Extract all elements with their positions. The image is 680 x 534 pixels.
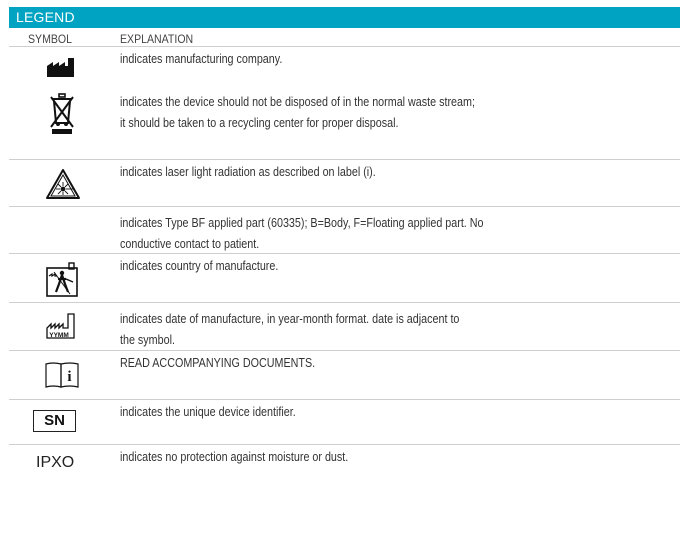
explanation-cell: indicates no protection against moisture…	[120, 447, 660, 468]
legend-row: indicates country of manufacture.	[9, 253, 680, 302]
column-headers: SYMBOL EXPLANATION	[9, 28, 680, 46]
legend-row: indicates the device should not be dispo…	[9, 87, 680, 159]
symbol-column-header: SYMBOL	[28, 32, 73, 46]
legend-row: IPXO indicates no protection against moi…	[9, 444, 680, 484]
serial-number-icon: SN	[33, 410, 76, 432]
symbol-cell: IPXO	[9, 445, 113, 484]
info-letter: i	[67, 369, 71, 385]
explanation-text-line2: the symbol.	[120, 333, 175, 347]
explanation-cell: indicates manufacturing company.	[120, 49, 660, 70]
symbol-cell: i	[9, 351, 113, 399]
legend-row: indicates Type BF applied part (60335); …	[9, 206, 680, 253]
explanation-text-line2: conductive contact to patient.	[120, 237, 260, 251]
legend-document: LEGEND SYMBOL EXPLANATION indicates manu…	[0, 0, 680, 534]
legend-row: i READ ACCOMPANYING DOCUMENTS.	[9, 350, 680, 399]
explanation-cell: indicates date of manufacture, in year-m…	[120, 309, 660, 351]
legend-title: LEGEND	[9, 7, 680, 28]
symbol-cell	[9, 87, 113, 159]
explanation-cell: indicates country of manufacture.	[120, 256, 660, 277]
explanation-text: indicates the device should not be dispo…	[120, 95, 475, 109]
laser-warning-icon	[46, 169, 80, 199]
legend-row: indicates manufacturing company.	[9, 46, 680, 87]
explanation-text: indicates no protection against moisture…	[120, 450, 349, 464]
yymm-label: YYMM	[49, 332, 69, 339]
explanation-text: READ ACCOMPANYING DOCUMENTS.	[120, 356, 316, 370]
date-of-manufacture-icon: YYMM	[46, 313, 75, 339]
explanation-text: indicates date of manufacture, in year-m…	[120, 312, 460, 326]
explanation-cell: indicates Type BF applied part (60335); …	[120, 213, 660, 255]
legend-row: indicates laser light radiation as descr…	[9, 159, 680, 206]
explanation-cell: indicates laser light radiation as descr…	[120, 162, 660, 183]
explanation-text: indicates Type BF applied part (60335); …	[120, 216, 484, 230]
explanation-column-header: EXPLANATION	[120, 32, 194, 46]
explanation-text: indicates country of manufacture.	[120, 259, 279, 273]
explanation-cell: indicates the device should not be dispo…	[120, 92, 660, 134]
explanation-text: indicates manufacturing company.	[120, 52, 283, 66]
explanation-cell: indicates the unique device identifier.	[120, 402, 660, 423]
crossed-bin-icon	[50, 93, 74, 134]
country-of-manufacture-icon	[46, 262, 78, 297]
symbol-cell: SN	[9, 400, 113, 444]
factory-icon	[47, 58, 74, 77]
explanation-text: indicates the unique device identifier.	[120, 405, 296, 419]
symbol-cell	[9, 47, 113, 87]
explanation-cell: READ ACCOMPANYING DOCUMENTS.	[120, 353, 660, 374]
ip-rating-text: IPXO	[36, 454, 75, 471]
symbol-cell	[9, 160, 113, 206]
symbol-cell	[9, 254, 113, 302]
explanation-text-line2: it should be taken to a recycling center…	[120, 116, 399, 130]
symbol-cell: YYMM	[9, 303, 113, 350]
consult-documents-icon: i	[45, 362, 79, 388]
legend-row: SN indicates the unique device identifie…	[9, 399, 680, 444]
legend-row: YYMM indicates date of manufacture, in y…	[9, 302, 680, 350]
symbol-cell	[9, 207, 113, 253]
serial-number-label: SN	[44, 412, 65, 429]
explanation-text: indicates laser light radiation as descr…	[120, 165, 376, 179]
